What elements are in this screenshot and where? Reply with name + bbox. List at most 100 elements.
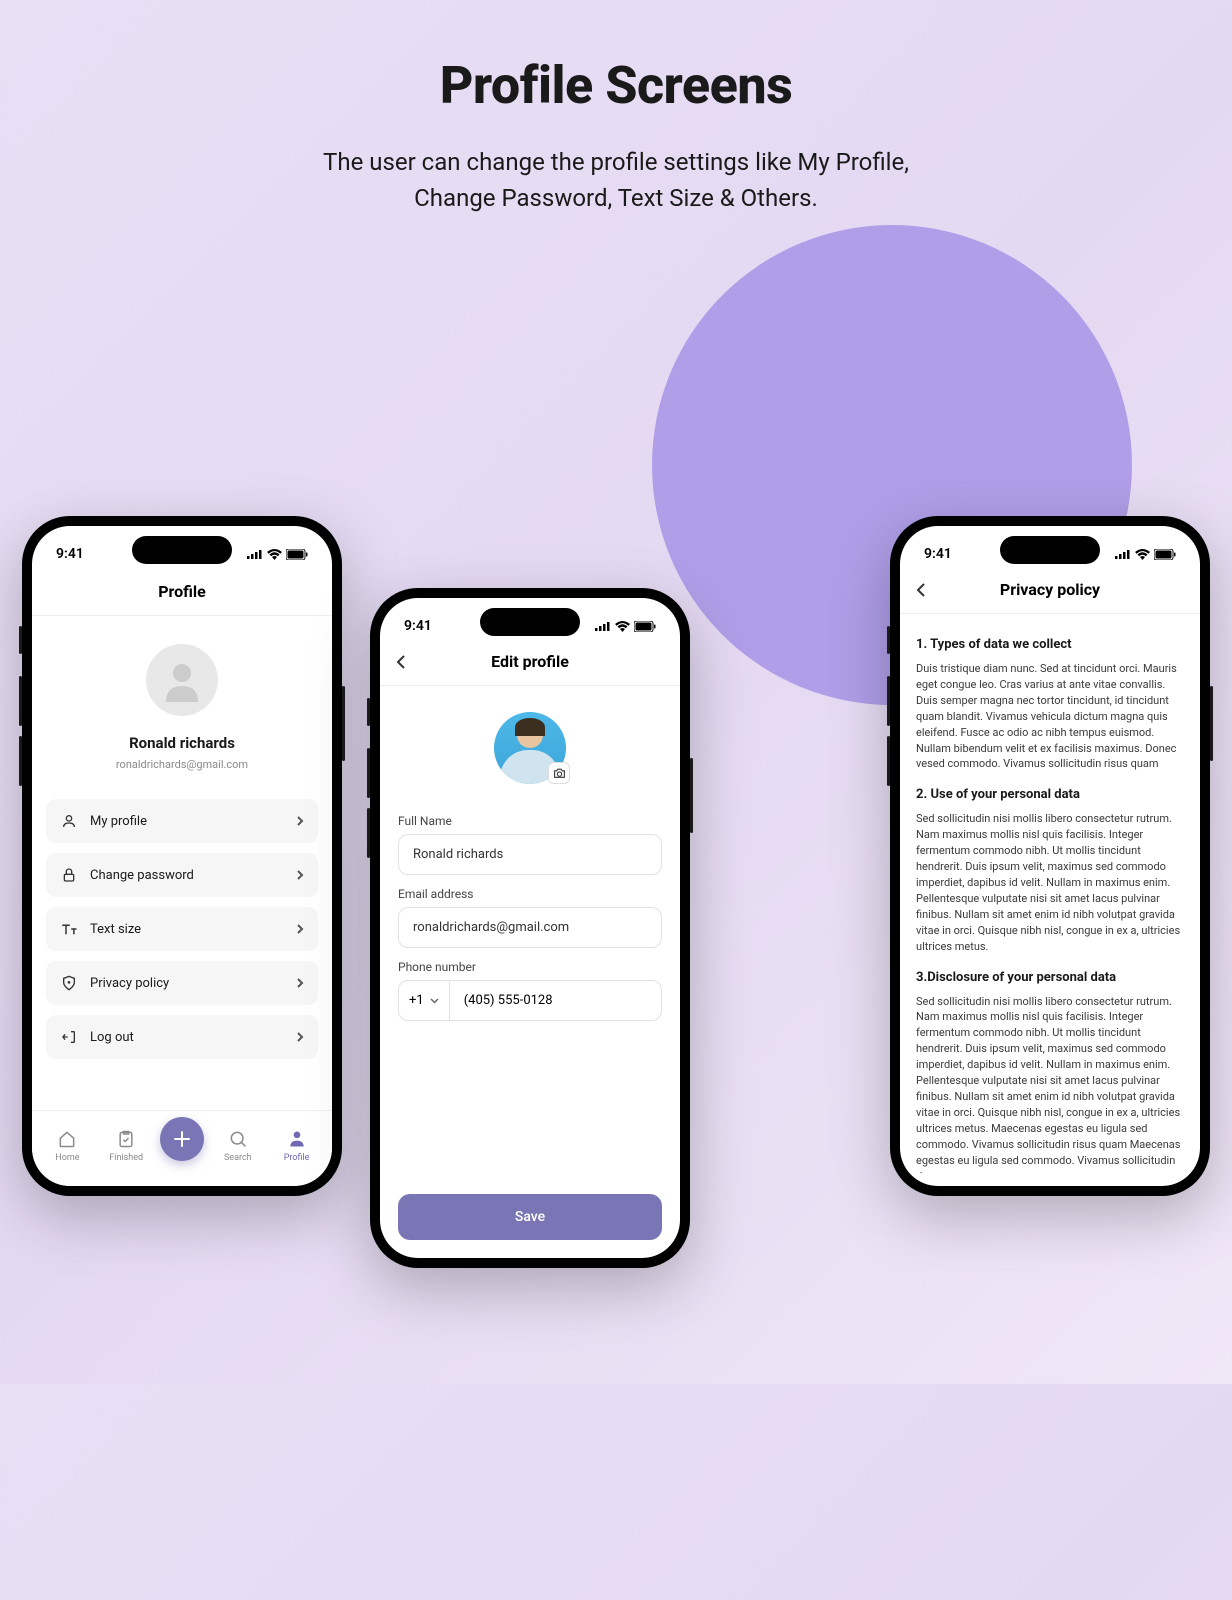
signal-icon [247,549,263,559]
phone-edit-profile: 9:41 Edit profile [370,588,690,1268]
camera-icon [553,767,566,779]
nav-home[interactable]: Home [42,1128,92,1163]
menu-item-text-size[interactable]: Text size [46,907,318,951]
full-name-input[interactable] [398,834,662,875]
avatar-placeholder [146,644,218,716]
section-body: Duis tristique diam nunc. Sed at tincidu… [916,661,1184,773]
phone-input-group: +1 [398,980,662,1021]
notch [132,536,232,564]
chevron-down-icon [430,998,439,1004]
menu-item-label: Log out [90,1030,296,1045]
status-time: 9:41 [56,546,84,562]
home-icon [42,1128,92,1150]
country-code-value: +1 [409,993,424,1008]
menu-item-label: Text size [90,922,296,937]
wifi-icon [1135,549,1150,560]
phone-volume-up-button [367,748,370,798]
page-subtitle: The user can change the profile settings… [0,144,1232,216]
profile-icon [272,1128,322,1150]
change-photo-button[interactable] [548,762,570,784]
battery-icon [1154,549,1176,560]
phone-privacy-policy: 9:41 Privacy policy 1. Types of data we … [890,516,1210,1196]
signal-icon [1115,549,1131,559]
status-icons [1115,549,1176,560]
notch [1000,536,1100,564]
profile-summary: Ronald richards ronaldrichards@gmail.com [32,616,332,781]
subtitle-line-2: Change Password, Text Size & Others. [414,184,818,212]
phone-mute-button [367,698,370,726]
wifi-icon [615,621,630,632]
user-icon [60,813,78,829]
phone-volume-up-button [887,676,890,726]
status-time: 9:41 [404,618,432,634]
email-input[interactable] [398,907,662,948]
nav-label: Profile [284,1153,310,1163]
fab-add-button[interactable] [160,1117,204,1161]
phone-volume-down-button [887,736,890,786]
menu-item-my-profile[interactable]: My profile [46,799,318,843]
full-name-label: Full Name [398,814,662,828]
country-code-select[interactable]: +1 [399,981,450,1020]
section-heading: 2. Use of your personal data [916,786,1184,805]
phone-number-input[interactable] [450,981,661,1020]
subtitle-line-1: The user can change the profile settings… [323,148,909,176]
edit-form: Full Name Email address Phone number +1 [380,814,680,1021]
nav-finished[interactable]: Finished [101,1128,151,1163]
phone-power-button [342,686,345,761]
clipboard-check-icon [101,1128,151,1150]
user-silhouette-icon [160,658,204,702]
menu-item-change-password[interactable]: Change password [46,853,318,897]
nav-label: Search [224,1153,252,1163]
status-time: 9:41 [924,546,952,562]
phone-label: Phone number [398,960,662,974]
menu-item-log-out[interactable]: Log out [46,1015,318,1059]
chevron-right-icon [296,977,304,989]
settings-menu: My profile Change password [32,781,332,1059]
screen-title: Privacy policy [916,580,1184,599]
screen-title: Profile [32,570,332,616]
section-body: Sed sollicitudin nisi mollis libero cons… [916,994,1184,1174]
phone-power-button [690,758,693,833]
avatar-section [380,686,680,802]
battery-icon [286,549,308,560]
section-heading: 3.Disclosure of your personal data [916,969,1184,988]
email-label: Email address [398,887,662,901]
phone-mute-button [887,626,890,654]
save-button[interactable]: Save [398,1194,662,1240]
notch [480,608,580,636]
chevron-right-icon [296,923,304,935]
nav-label: Finished [109,1153,143,1163]
signal-icon [595,621,611,631]
phone-volume-up-button [19,676,22,726]
search-icon [213,1128,263,1150]
section-body: Sed sollicitudin nisi mollis libero cons… [916,811,1184,954]
logout-icon [60,1029,78,1045]
user-name: Ronald richards [32,734,332,752]
chevron-right-icon [296,815,304,827]
plus-icon [173,1130,191,1148]
user-email: ronaldrichards@gmail.com [32,758,332,771]
policy-content[interactable]: 1. Types of data we collect Duis tristiq… [900,614,1200,1174]
page-title: Profile Screens [0,55,1232,116]
chevron-right-icon [296,1031,304,1043]
nav-search[interactable]: Search [213,1128,263,1163]
shield-icon [60,975,78,991]
nav-label: Home [55,1153,79,1163]
nav-profile[interactable]: Profile [272,1128,322,1163]
screen-title: Edit profile [396,652,664,671]
status-icons [595,621,656,632]
menu-item-privacy-policy[interactable]: Privacy policy [46,961,318,1005]
lock-icon [60,867,78,883]
status-icons [247,549,308,560]
bottom-nav: Home Finished Search [32,1110,332,1186]
wifi-icon [267,549,282,560]
text-size-icon [60,921,78,937]
phone-power-button [1210,686,1213,761]
phone-mute-button [19,626,22,654]
battery-icon [634,621,656,632]
screen-header: Edit profile [380,642,680,686]
menu-item-label: Change password [90,868,296,883]
menu-item-label: Privacy policy [90,976,296,991]
chevron-right-icon [296,869,304,881]
phone-volume-down-button [19,736,22,786]
